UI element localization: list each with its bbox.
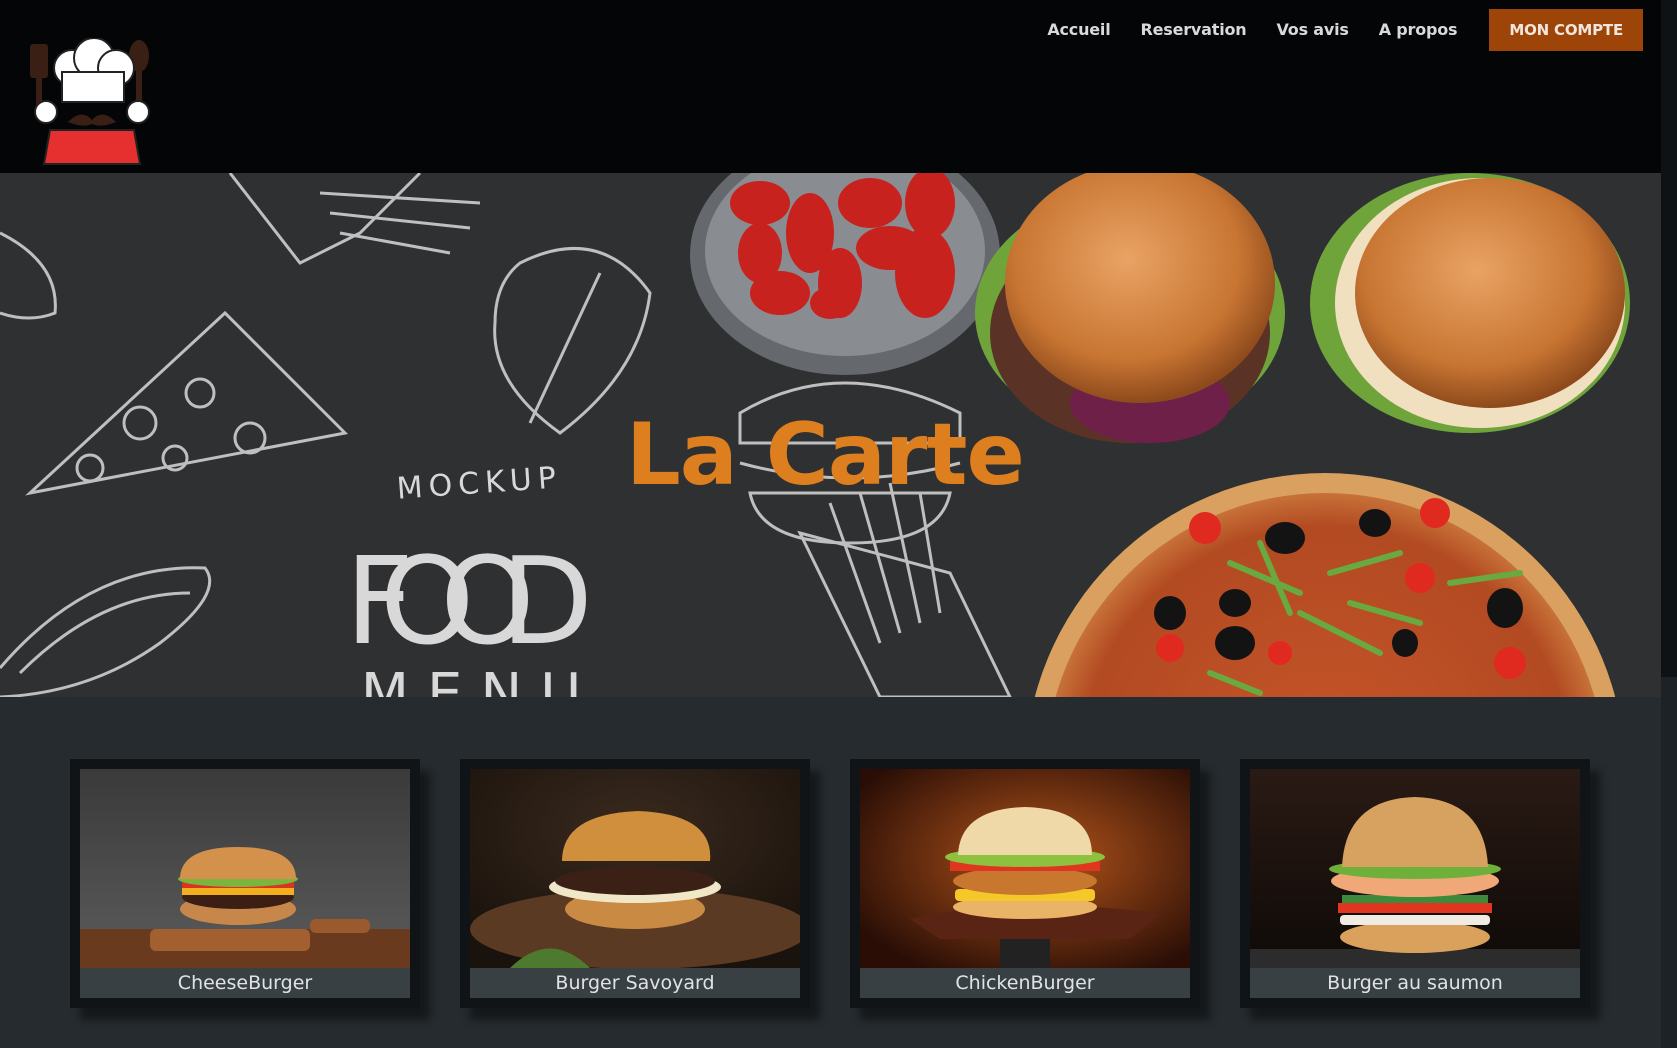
menu-card-label: ChickenBurger	[860, 968, 1190, 998]
menu-card-label: Burger Savoyard	[470, 968, 800, 998]
menu-card-burger-savoyard[interactable]: Burger Savoyard	[460, 759, 810, 1008]
menu-card-label: Burger au saumon	[1250, 968, 1580, 998]
menu-card-label: CheeseBurger	[80, 968, 410, 998]
menu-card-chickenburger[interactable]: ChickenBurger	[850, 759, 1200, 1008]
account-button[interactable]: MON COMPTE	[1489, 9, 1643, 51]
menu-card-burger-au-saumon[interactable]: Burger au saumon	[1240, 759, 1590, 1008]
scrollbar-thumb[interactable]	[1661, 677, 1677, 1048]
chef-hat-logo-icon[interactable]	[24, 37, 160, 172]
cheeseburger-image	[80, 769, 410, 968]
hero-banner: MOCKUP FOOD MENU La Carte	[0, 173, 1661, 697]
site-header: Accueil Reservation Vos avis A propos MO…	[0, 0, 1661, 173]
nav-link-accueil[interactable]: Accueil	[1047, 9, 1110, 51]
nav-link-vos-avis[interactable]: Vos avis	[1276, 9, 1348, 51]
nav-link-reservation[interactable]: Reservation	[1140, 9, 1246, 51]
burger-au-saumon-image	[1250, 769, 1580, 968]
menu-card-cheeseburger[interactable]: CheeseBurger	[70, 759, 420, 1008]
hero-title: La Carte	[626, 405, 1025, 505]
hero-menu-text: MENU	[361, 662, 600, 697]
hero-food-text: FOOD	[345, 533, 615, 672]
chickenburger-image	[860, 769, 1190, 968]
nav-link-a-propos[interactable]: A propos	[1379, 9, 1458, 51]
main-nav: Accueil Reservation Vos avis A propos MO…	[1047, 9, 1643, 51]
burger-savoyard-image	[470, 769, 800, 968]
